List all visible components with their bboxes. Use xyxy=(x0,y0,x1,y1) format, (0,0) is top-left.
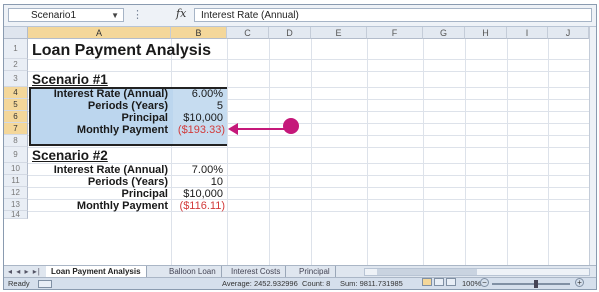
sheet-title-cell[interactable]: Loan Payment Analysis xyxy=(32,42,211,60)
page-break-view-icon[interactable] xyxy=(446,278,456,286)
zoom-slider-handle[interactable] xyxy=(534,280,538,288)
scenario2-payment-value[interactable]: ($116.11) xyxy=(172,200,225,212)
scenario1-principal-value[interactable]: $10,000 xyxy=(172,112,223,124)
macro-record-icon[interactable] xyxy=(38,280,52,288)
insert-function-icon[interactable]: fx xyxy=(176,7,186,20)
status-average: Average: 2452.932996 xyxy=(222,279,298,288)
row-header-8[interactable]: 8 xyxy=(4,135,28,147)
status-sum: Sum: 9811.731985 xyxy=(340,279,403,288)
callout-line xyxy=(236,128,290,130)
zoom-level[interactable]: 100% xyxy=(462,278,481,289)
formula-bar: Scenario1 ▼ ⋮ fx Interest Rate (Annual) xyxy=(4,5,596,27)
gridline xyxy=(171,39,172,267)
row-header-4[interactable]: 4 xyxy=(4,87,28,99)
callout-dot xyxy=(283,118,299,134)
scenario2-rate-value[interactable]: 7.00% xyxy=(172,164,223,176)
select-all-corner[interactable] xyxy=(4,27,28,39)
scenario2-heading-cell[interactable]: Scenario #2 xyxy=(32,148,108,164)
column-header-a[interactable]: A xyxy=(28,27,171,39)
column-header-f[interactable]: F xyxy=(367,27,423,39)
chevron-down-icon[interactable]: ▼ xyxy=(111,9,119,23)
name-box-value: Scenario1 xyxy=(31,10,77,21)
scenario1-payment-label[interactable]: Monthly Payment xyxy=(30,124,168,136)
scenario2-rate-label[interactable]: Interest Rate (Annual) xyxy=(30,164,168,176)
row-header-5[interactable]: 5 xyxy=(4,99,28,111)
scenario1-periods-value[interactable]: 5 xyxy=(172,100,223,112)
row-header-11[interactable]: 11 xyxy=(4,175,28,187)
row-header-9[interactable]: 9 xyxy=(4,147,28,163)
column-header-i[interactable]: I xyxy=(507,27,548,39)
normal-view-icon[interactable] xyxy=(422,278,432,286)
scenario1-heading-cell[interactable]: Scenario #1 xyxy=(32,72,108,88)
row-header-1[interactable]: 1 xyxy=(4,39,28,59)
gridline xyxy=(367,39,368,267)
column-header-g[interactable]: G xyxy=(423,27,465,39)
scenario2-principal-value[interactable]: $10,000 xyxy=(172,188,223,200)
column-header-c[interactable]: C xyxy=(227,27,269,39)
zoom-in-icon[interactable]: + xyxy=(575,278,584,287)
row-header-7[interactable]: 7 xyxy=(4,123,28,135)
name-box[interactable]: Scenario1 ▼ xyxy=(8,8,124,22)
zoom-out-icon[interactable]: − xyxy=(480,278,489,287)
column-header-b[interactable]: B xyxy=(171,27,227,39)
scenario1-rate-label[interactable]: Interest Rate (Annual) xyxy=(30,88,168,100)
vertical-scrollbar[interactable] xyxy=(589,27,596,265)
column-header-e[interactable]: E xyxy=(311,27,367,39)
column-header-d[interactable]: D xyxy=(269,27,311,39)
scenario1-principal-label[interactable]: Principal xyxy=(30,112,168,124)
status-ready: Ready xyxy=(8,279,30,288)
status-bar: Ready Average: 2452.932996 Count: 8 Sum:… xyxy=(4,277,596,289)
horizontal-scrollbar[interactable] xyxy=(364,268,590,276)
scenario2-periods-value[interactable]: 10 xyxy=(172,176,223,188)
column-header-j[interactable]: J xyxy=(548,27,589,39)
gridline xyxy=(28,147,596,148)
column-header-h[interactable]: H xyxy=(465,27,507,39)
gridline xyxy=(269,39,270,267)
row-header-6[interactable]: 6 xyxy=(4,111,28,123)
row-header-12[interactable]: 12 xyxy=(4,187,28,199)
row-header-3[interactable]: 3 xyxy=(4,71,28,87)
horizontal-scrollbar-thumb[interactable] xyxy=(377,269,477,275)
gridline xyxy=(465,39,466,267)
page-layout-view-icon[interactable] xyxy=(434,278,444,286)
scenario2-principal-label[interactable]: Principal xyxy=(30,188,168,200)
gridline xyxy=(507,39,508,267)
scenario2-payment-label[interactable]: Monthly Payment xyxy=(30,200,168,212)
row-header-2[interactable]: 2 xyxy=(4,59,28,71)
gridline xyxy=(311,39,312,267)
excel-window: Scenario1 ▼ ⋮ fx Interest Rate (Annual) … xyxy=(3,4,597,290)
gridline xyxy=(227,39,228,267)
zoom-slider[interactable] xyxy=(492,283,570,285)
row-header-10[interactable]: 10 xyxy=(4,163,28,175)
status-count: Count: 8 xyxy=(302,279,331,288)
scenario2-periods-label[interactable]: Periods (Years) xyxy=(30,176,168,188)
gridline xyxy=(28,71,596,72)
scenario1-periods-label[interactable]: Periods (Years) xyxy=(30,100,168,112)
gridline xyxy=(548,39,549,267)
scenario1-payment-value[interactable]: ($193.33) xyxy=(172,124,225,136)
scenario1-rate-value[interactable]: 6.00% xyxy=(172,88,223,100)
formula-input[interactable]: Interest Rate (Annual) xyxy=(194,8,592,22)
row-header-14[interactable]: 14 xyxy=(4,211,28,219)
formula-bar-separator: ⋮ xyxy=(132,9,143,21)
gridline xyxy=(423,39,424,267)
